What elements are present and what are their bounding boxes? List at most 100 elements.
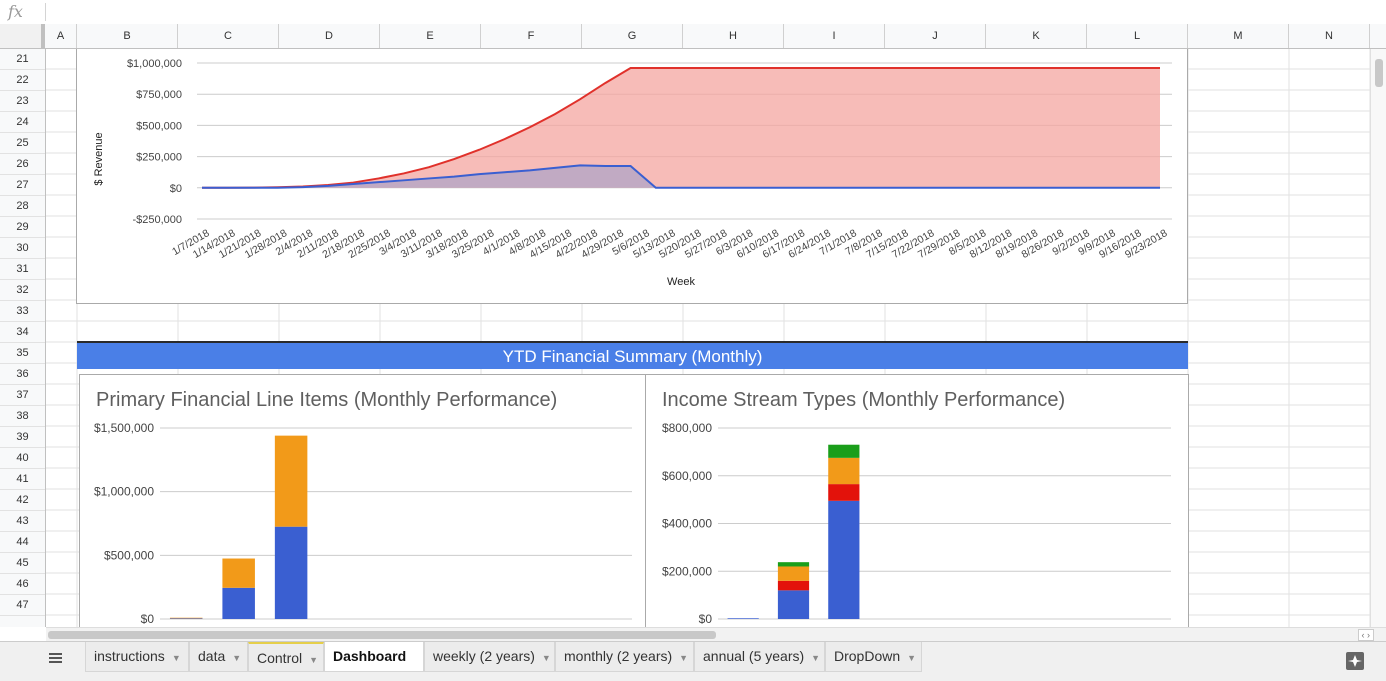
caret-down-icon[interactable]: ▼ <box>907 653 916 663</box>
vertical-scrollbar[interactable] <box>1370 49 1386 627</box>
row-header[interactable]: 21 <box>0 49 45 70</box>
y-tick-label: $500,000 <box>136 120 182 132</box>
row-header[interactable]: 35 <box>0 343 45 364</box>
column-header-f[interactable]: F <box>481 24 582 48</box>
bar-segment <box>169 617 203 619</box>
row-header[interactable]: 37 <box>0 385 45 406</box>
select-all-corner[interactable] <box>0 24 45 48</box>
y-tick-label: $0 <box>699 612 713 626</box>
column-header-n[interactable]: N <box>1289 24 1370 48</box>
sheet-tab-annual-5-years[interactable]: annual (5 years) ▼ <box>694 642 825 672</box>
sheet-tab-dropdown[interactable]: DropDown ▼ <box>825 642 922 672</box>
column-header-e[interactable]: E <box>380 24 481 48</box>
chart-title: Primary Financial Line Items (Monthly Pe… <box>96 389 558 411</box>
row-header[interactable]: 33 <box>0 301 45 322</box>
caret-down-icon[interactable]: ▼ <box>232 653 241 663</box>
column-header-bar: ABCDEFGHIJKLMN <box>0 24 1386 49</box>
y-axis-label: $ Revenue <box>93 132 105 185</box>
bar-segment <box>727 618 759 619</box>
bar-segment <box>828 444 860 458</box>
y-tick-label: $500,000 <box>104 548 154 562</box>
row-header[interactable]: 25 <box>0 133 45 154</box>
bar-segment <box>169 618 203 619</box>
column-header-a[interactable]: A <box>45 24 77 48</box>
row-header[interactable]: 30 <box>0 238 45 259</box>
scroll-arrows-icon[interactable]: ‹ › <box>1357 629 1374 641</box>
row-header[interactable]: 46 <box>0 574 45 595</box>
column-header-d[interactable]: D <box>279 24 380 48</box>
bar-segment <box>828 457 860 485</box>
sheet-tab-label: monthly (2 years) <box>564 648 673 664</box>
column-header-m[interactable]: M <box>1188 24 1289 48</box>
column-header-b[interactable]: B <box>77 24 178 48</box>
row-header[interactable]: 44 <box>0 532 45 553</box>
bar-segment <box>777 580 810 591</box>
row-header[interactable]: 43 <box>0 511 45 532</box>
column-header-h[interactable]: H <box>683 24 784 48</box>
row-header[interactable]: 45 <box>0 553 45 574</box>
bar-segment <box>777 562 810 567</box>
bar-segment <box>222 558 255 588</box>
column-header-j[interactable]: J <box>885 24 986 48</box>
row-header[interactable]: 26 <box>0 154 45 175</box>
column-header-i[interactable]: I <box>784 24 885 48</box>
sheet-tab-dashboard[interactable]: Dashboard <box>324 642 424 672</box>
y-tick-label: $750,000 <box>136 89 182 101</box>
row-header[interactable]: 41 <box>0 469 45 490</box>
column-header-k[interactable]: K <box>986 24 1087 48</box>
column-header-l[interactable]: L <box>1087 24 1188 48</box>
income-stream-chart[interactable]: Income Stream Types (Monthly Performance… <box>645 374 1189 627</box>
primary-line-items-chart[interactable]: Primary Financial Line Items (Monthly Pe… <box>79 374 646 627</box>
row-header[interactable]: 34 <box>0 322 45 343</box>
y-tick-label: $400,000 <box>662 517 712 531</box>
row-header[interactable]: 27 <box>0 175 45 196</box>
sheet-tab-label: Dashboard <box>333 648 407 664</box>
caret-down-icon[interactable]: ▼ <box>811 653 820 663</box>
row-header[interactable]: 23 <box>0 91 45 112</box>
row-header[interactable]: 29 <box>0 217 45 238</box>
row-header[interactable]: 47 <box>0 595 45 616</box>
bar-segment <box>777 590 810 619</box>
bar-segment <box>828 484 860 501</box>
y-tick-label: $1,500,000 <box>94 421 154 435</box>
sheet-tab-weekly-2-years[interactable]: weekly (2 years) ▼ <box>424 642 555 672</box>
caret-down-icon[interactable]: ▼ <box>309 655 318 665</box>
row-header[interactable]: 42 <box>0 490 45 511</box>
formula-bar: fx <box>0 0 1386 25</box>
sheet-tab-label: Control <box>257 650 303 666</box>
bar-segment <box>222 587 255 619</box>
sheet-tab-control[interactable]: Control ▼ <box>248 642 324 672</box>
y-tick-label: $0 <box>141 612 155 626</box>
sheet-tab-instructions[interactable]: instructions ▼ <box>85 642 189 672</box>
y-tick-label: $1,000,000 <box>127 58 182 70</box>
hamburger-menu-icon[interactable] <box>48 652 64 666</box>
caret-down-icon[interactable]: ▼ <box>679 653 688 663</box>
y-tick-label: $800,000 <box>662 421 712 435</box>
row-header[interactable]: 28 <box>0 196 45 217</box>
y-tick-label: $600,000 <box>662 469 712 483</box>
vertical-scroll-thumb[interactable] <box>1375 59 1383 87</box>
row-header[interactable]: 36 <box>0 364 45 385</box>
primary-line-items-svg: $1,500,000 $1,000,000 $500,000 $0 <box>94 421 632 626</box>
column-header-c[interactable]: C <box>178 24 279 48</box>
bar-segment <box>274 435 308 527</box>
caret-down-icon[interactable]: ▼ <box>172 653 181 663</box>
row-header[interactable]: 38 <box>0 406 45 427</box>
sheet-tab-monthly-2-years[interactable]: monthly (2 years) ▼ <box>555 642 694 672</box>
horizontal-scroll-thumb[interactable] <box>48 631 716 639</box>
row-header[interactable]: 39 <box>0 427 45 448</box>
row-header[interactable]: 24 <box>0 112 45 133</box>
row-header[interactable]: 32 <box>0 280 45 301</box>
column-header-g[interactable]: G <box>582 24 683 48</box>
explore-icon[interactable] <box>1346 652 1364 670</box>
weekly-revenue-chart[interactable]: $1,000,000 $750,000 $500,000 $250,000 $0 -$25… <box>76 49 1188 304</box>
formula-input[interactable] <box>52 2 1372 22</box>
row-header[interactable]: 40 <box>0 448 45 469</box>
sheet-tab-data[interactable]: data ▼ <box>189 642 248 672</box>
horizontal-scrollbar[interactable]: ‹ › <box>46 627 1386 642</box>
row-header[interactable]: 31 <box>0 259 45 280</box>
row-header-bar: 21 22 23 24 25 26 27 28 29 30 31 32 33 34 35 36 37 38 39 40… <box>0 49 46 627</box>
caret-down-icon[interactable]: ▼ <box>542 653 551 663</box>
row-header[interactable]: 22 <box>0 70 45 91</box>
y-tick-label: $200,000 <box>662 564 712 578</box>
